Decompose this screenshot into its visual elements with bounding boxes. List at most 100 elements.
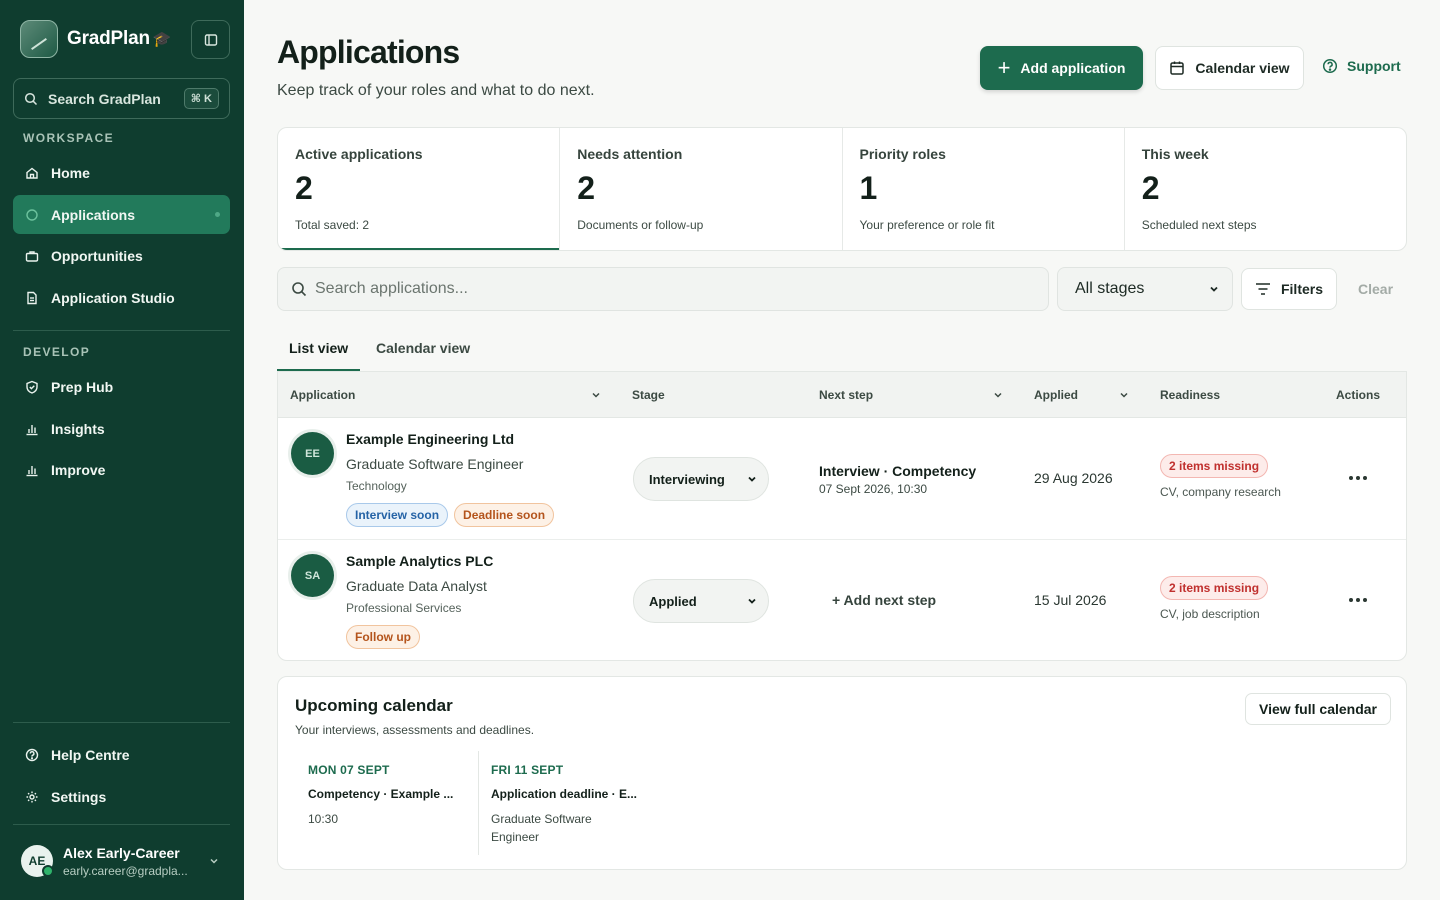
stage-filter-value: All stages — [1075, 280, 1145, 297]
row-tags: Follow up — [346, 625, 420, 649]
sidebar-item-help-centre[interactable]: Help Centre — [13, 735, 230, 774]
sidebar-item-opportunities[interactable]: Opportunities — [13, 236, 230, 275]
chevron-down-icon[interactable] — [992, 389, 1004, 401]
table-row[interactable]: EE Example Engineering Ltd Graduate Soft… — [278, 418, 1406, 540]
event-meta: Graduate Software Engineer — [491, 812, 592, 844]
add-application-label: Add application — [1020, 60, 1126, 76]
collapse-sidebar-button[interactable] — [191, 20, 230, 59]
graduation-cap-icon: 🎓 — [152, 31, 172, 48]
chevron-down-icon[interactable] — [1118, 389, 1130, 401]
filters-button[interactable]: Filters — [1241, 268, 1337, 310]
add-next-step-button[interactable]: + Add next step — [832, 592, 936, 608]
chevron-down-icon — [748, 476, 756, 482]
tag-deadline-soon: Deadline soon — [454, 503, 555, 527]
sidebar-item-applications[interactable]: Applications — [13, 195, 230, 234]
sidebar-item-label: Improve — [51, 461, 106, 478]
sidebar-item-insights[interactable]: Insights — [13, 409, 230, 448]
applied-date: 15 Jul 2026 — [1034, 592, 1107, 608]
readiness-badge[interactable]: 2 items missing — [1160, 454, 1269, 478]
event-title: Application deadline · E... — [491, 787, 638, 801]
next-step-title[interactable]: Interview · Competency — [819, 463, 976, 479]
sidebar-item-prep-hub[interactable]: Prep Hub — [13, 367, 230, 406]
support-link[interactable]: Support — [1322, 58, 1401, 74]
stat-value: 2 — [1141, 170, 1160, 206]
clear-filters-button[interactable]: Clear — [1358, 281, 1393, 297]
company-name[interactable]: Example Engineering Ltd — [346, 431, 514, 447]
sidebar-search[interactable]: Search GradPlan ⌘ K — [13, 78, 230, 119]
stat-card-active-applications[interactable]: Active applications 2 Total saved: 2 — [278, 128, 561, 250]
more-dot — [1356, 476, 1360, 480]
more-dot — [1349, 598, 1353, 602]
sidebar-item-label: Help Centre — [51, 746, 130, 763]
sidebar-divider — [13, 330, 230, 331]
role-title: Graduate Data Analyst — [346, 578, 487, 594]
briefcase-icon — [24, 248, 40, 264]
sidebar-item-settings[interactable]: Settings — [13, 777, 230, 816]
tab-calendar-view[interactable]: Calendar view — [376, 326, 470, 371]
sidebar-item-label: Opportunities — [51, 247, 143, 264]
view-full-calendar-button[interactable]: View full calendar — [1245, 693, 1391, 725]
calendar-view-button[interactable]: Calendar view — [1155, 46, 1304, 90]
workspace-section-label: WORKSPACE — [23, 131, 115, 145]
bar-chart-icon — [24, 421, 40, 437]
more-actions-button[interactable] — [1342, 468, 1374, 488]
calendar-event[interactable]: FRI 11 SEPT Application deadline · E... … — [478, 751, 638, 855]
table-row[interactable]: SA Sample Analytics PLC Graduate Data An… — [278, 540, 1406, 660]
sidebar-divider — [13, 824, 230, 825]
event-date: FRI 11 SEPT — [491, 763, 564, 777]
more-dot — [1349, 476, 1353, 480]
chevron-down-icon[interactable] — [590, 389, 602, 401]
sidebar-item-improve[interactable]: Improve — [13, 450, 230, 489]
stage-filter-select[interactable]: All stages — [1057, 267, 1233, 311]
tag-interview-soon: Interview soon — [346, 503, 449, 527]
stat-value: 1 — [859, 170, 878, 206]
add-application-button[interactable]: + Add application — [980, 46, 1143, 90]
tab-list-view[interactable]: List view — [277, 326, 361, 371]
applications-icon — [24, 207, 40, 223]
sidebar-divider — [13, 722, 230, 723]
help-circle-icon — [24, 747, 40, 763]
stat-card-needs-attention[interactable]: Needs attention 2 Documents or follow-up — [560, 128, 843, 250]
row-tags: Interview soon Deadline soon — [346, 503, 555, 527]
column-header-applied[interactable]: Applied — [1034, 388, 1078, 402]
more-actions-button[interactable] — [1342, 590, 1374, 610]
stage-value: Interviewing — [649, 471, 725, 487]
next-step-time: 07 Sept 2026, 10:30 — [819, 482, 928, 496]
view-tabs: List view Calendar view — [277, 326, 1407, 371]
support-label: Support — [1347, 58, 1401, 74]
sidebar-item-label: Prep Hub — [51, 378, 114, 395]
calendar-title: Upcoming calendar — [295, 696, 453, 715]
calendar-icon — [1170, 61, 1185, 75]
sidebar: GradPlan 🎓 Search GradPlan ⌘ K WORKSPACE… — [0, 0, 244, 900]
search-applications-input[interactable] — [315, 280, 1015, 298]
readiness-badge[interactable]: 2 items missing — [1160, 576, 1269, 600]
stats-summary: Active applications 2 Total saved: 2 Nee… — [277, 127, 1407, 251]
stage-select[interactable]: Interviewing — [633, 457, 769, 501]
sidebar-item-home[interactable]: Home — [13, 153, 230, 192]
user-meta: Alex Early-Career early.career@gradpla..… — [63, 845, 208, 878]
stat-value: 2 — [295, 170, 313, 206]
more-dot — [1356, 598, 1360, 602]
company-name[interactable]: Sample Analytics PLC — [346, 553, 493, 569]
calendar-subtitle: Your interviews, assessments and deadlin… — [295, 723, 535, 737]
brand[interactable]: GradPlan 🎓 — [20, 20, 172, 58]
sidebar-item-label: Settings — [51, 788, 107, 805]
sidebar-item-application-studio[interactable]: Application Studio — [13, 278, 230, 317]
plus-icon: + — [997, 55, 1011, 80]
column-header-application[interactable]: Application — [290, 388, 355, 402]
home-icon — [24, 165, 40, 181]
help-circle-icon — [1322, 58, 1338, 74]
stat-note: Your preference or role fit — [859, 218, 995, 232]
user-email: early.career@gradpla... — [63, 863, 188, 878]
sector: Technology — [346, 479, 407, 493]
readiness-note: CV, company research — [1160, 485, 1281, 499]
column-header-next-step[interactable]: Next step — [819, 388, 873, 402]
shield-check-icon — [24, 379, 40, 395]
stage-select[interactable]: Applied — [633, 579, 769, 623]
user-menu[interactable]: AE Alex Early-Career early.career@gradpl… — [13, 836, 230, 886]
tag-follow-up: Follow up — [346, 625, 420, 649]
gear-icon — [24, 789, 40, 805]
stat-card-priority-roles[interactable]: Priority roles 1 Your preference or role… — [843, 128, 1125, 250]
calendar-event[interactable]: MON 07 SEPT Competency · Example ... 10:… — [296, 751, 466, 855]
stat-card-this-week[interactable]: This week 2 Scheduled next steps — [1125, 128, 1406, 250]
